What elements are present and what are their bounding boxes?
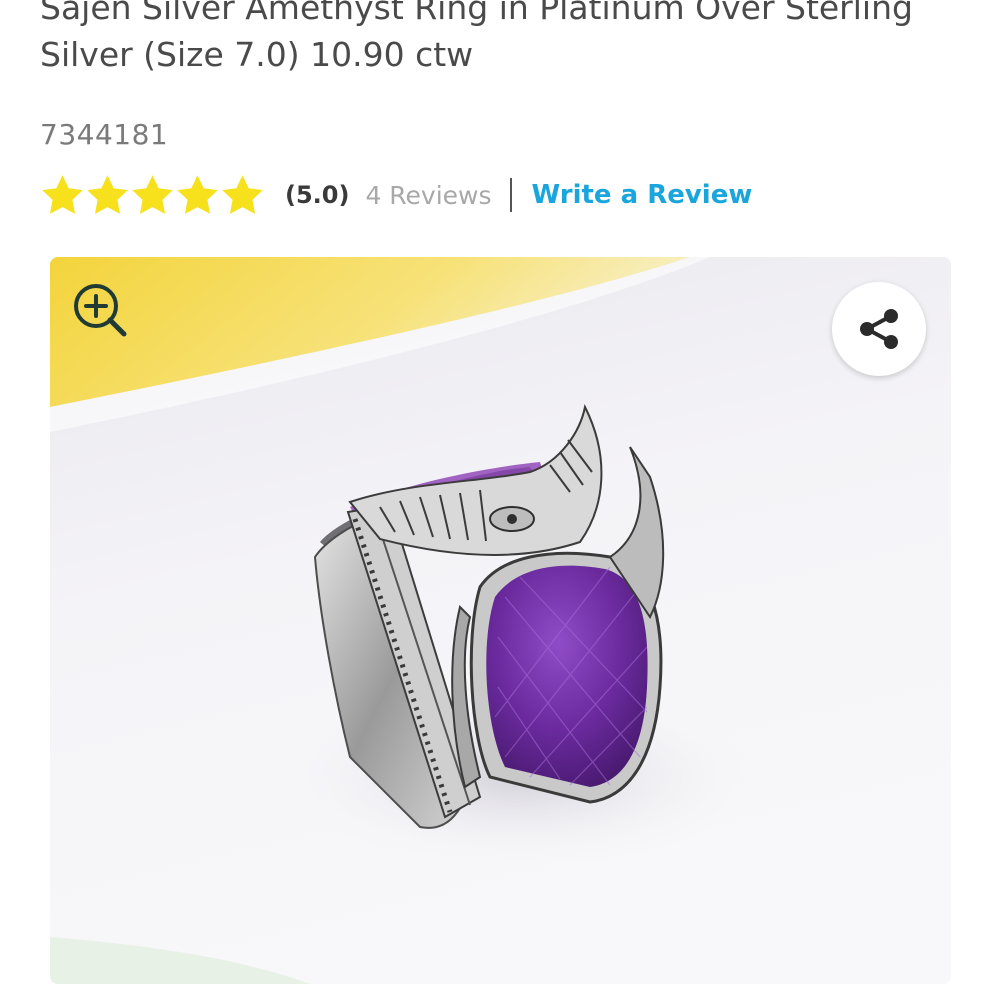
share-button[interactable]	[832, 282, 926, 376]
star-icon	[85, 173, 130, 218]
star-icon	[130, 173, 175, 218]
star-rating	[40, 173, 265, 218]
product-image[interactable]	[50, 257, 951, 984]
ring-photo	[50, 257, 951, 984]
product-sku: 7344181	[40, 118, 169, 151]
star-icon	[175, 173, 220, 218]
divider	[509, 178, 512, 212]
zoom-in-icon	[74, 284, 127, 337]
star-icon	[220, 173, 265, 218]
share-icon	[860, 309, 898, 349]
star-icon	[40, 173, 85, 218]
review-count-link[interactable]: 4 Reviews	[365, 181, 491, 210]
product-title: Sajen Silver Amethyst Ring in Platinum O…	[40, 0, 913, 74]
rating-row: (5.0) 4 Reviews Write a Review	[40, 172, 752, 218]
product-page: Sajen Silver Amethyst Ring in Platinum O…	[0, 0, 1000, 1000]
write-review-link[interactable]: Write a Review	[532, 180, 753, 210]
zoom-button[interactable]	[70, 280, 130, 340]
rating-score: (5.0)	[285, 181, 350, 209]
